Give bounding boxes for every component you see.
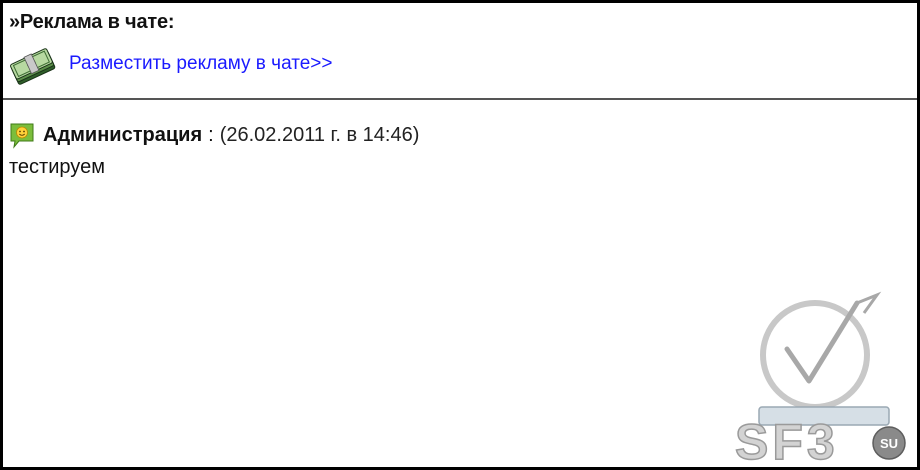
message-timestamp: (26.02.2011 г. в 14:46) (219, 123, 420, 146)
author-separator: : (208, 123, 214, 146)
watermark-suffix: SU (880, 436, 898, 451)
message-text: тестируем (9, 156, 105, 178)
sf3-watermark-logo: SF3 SU (729, 289, 915, 467)
message-header: Администрация : (26.02.2011 г. в 14:46) (9, 121, 419, 149)
ad-row: Разместить рекламу в чате>> (7, 45, 332, 89)
divider (3, 98, 917, 100)
smiley-speech-icon (9, 121, 35, 149)
ad-section-title: »Реклама в чате: (9, 11, 175, 33)
chat-panel: »Реклама в чате: Разместить рекламу в ча… (0, 0, 920, 470)
place-ad-link[interactable]: Разместить рекламу в чате>> (69, 53, 332, 75)
money-stack-icon (7, 45, 61, 89)
message-author[interactable]: Администрация (43, 124, 202, 147)
watermark-text: SF3 (735, 414, 839, 465)
